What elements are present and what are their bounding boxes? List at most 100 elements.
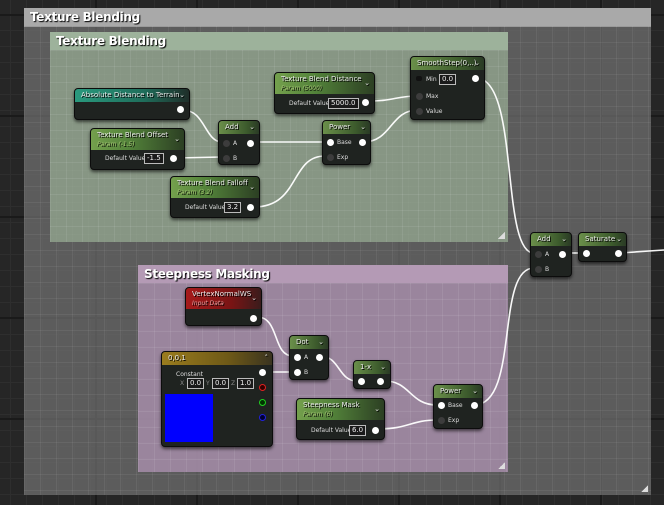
node-header[interactable]: Dot ⌄ [290,336,328,349]
node-header[interactable]: Power ⌄ [434,385,482,398]
chevron-down-icon[interactable]: ⌄ [251,293,257,304]
default-value-label: Default Value [105,155,146,162]
resize-handle[interactable] [498,232,505,239]
default-value-input[interactable]: 5000.0 [328,98,359,109]
chevron-down-icon[interactable]: ⌄ [360,121,366,134]
node-header[interactable]: Texture Blend Distance Param (5000) ⌄ [275,73,374,94]
output-pin[interactable] [177,106,184,113]
node-dot[interactable]: Dot ⌄ A B [289,335,329,380]
node-steepness-mask[interactable]: Steepness Mask Param (6) ⌄ Default Value 6… [296,398,385,440]
node-header[interactable]: SmoothStep(0,..) ⌄ [411,57,484,70]
chevron-down-icon[interactable]: ⌄ [474,57,480,70]
node-add-2[interactable]: Add ⌄ A B [530,232,572,277]
output-pin[interactable] [362,99,369,106]
node-power-1[interactable]: Power ⌄ Base Exp [322,120,371,165]
chevron-down-icon[interactable]: ⌄ [179,89,185,102]
chevron-down-icon[interactable]: ⌄ [174,134,180,145]
node-header[interactable]: Add ⌄ [531,233,571,246]
chevron-down-icon[interactable]: ⌄ [374,404,380,415]
node-texture-blend-falloff[interactable]: Texture Blend Falloff Param (3.2) ⌄ Defaul… [170,176,260,218]
chevron-down-icon[interactable]: ⌄ [616,233,622,246]
output-pin-g[interactable] [259,399,266,406]
output-pin[interactable] [247,204,254,211]
node-header[interactable]: Texture Blend Offset Param (-1.5) ⌄ [91,129,184,150]
chevron-down-icon[interactable]: ⌄ [318,336,324,349]
input-pin[interactable] [358,378,365,385]
chevron-down-icon[interactable]: ⌄ [472,385,478,398]
input-pin-b[interactable] [294,369,301,376]
comment-title[interactable]: Texture Blending [50,32,508,50]
default-value-input[interactable]: 6.0 [349,425,367,436]
resize-handle[interactable] [641,485,648,492]
output-pin[interactable] [377,378,384,385]
input-pin-exp[interactable] [438,417,445,424]
output-pin[interactable] [559,251,566,258]
node-texture-blend-offset[interactable]: Texture Blend Offset Param (-1.5) ⌄ Defaul… [90,128,185,170]
input-pin-min[interactable] [416,76,422,81]
node-power-2[interactable]: Power ⌄ Base Exp [433,384,483,429]
output-pin[interactable] [471,402,478,409]
input-pin-b[interactable] [535,266,542,273]
node-header[interactable]: Add ⌄ [219,121,259,134]
output-pin[interactable] [316,354,323,361]
chevron-down-icon[interactable]: ⌄ [364,78,370,89]
min-value-input[interactable]: 0.0 [439,74,457,85]
input-pin-b[interactable] [223,155,230,162]
chevron-down-icon[interactable]: ⌄ [249,121,255,134]
resize-handle[interactable] [498,462,505,469]
comment-title[interactable]: Texture Blending [24,8,651,27]
node-header[interactable]: Saturate ⌄ [579,233,626,246]
input-pin-a[interactable] [294,354,301,361]
node-add-1[interactable]: Add ⌄ A B [218,120,260,165]
chevron-down-icon[interactable]: ⌄ [561,233,567,246]
node-header[interactable]: Steepness Mask Param (6) ⌄ [297,399,384,420]
node-subtitle: Param (3.2) [177,189,213,196]
comment-title[interactable]: Steepness Masking [138,265,508,283]
y-value-input[interactable]: 0.0 [212,378,230,389]
input-pin[interactable] [583,250,590,257]
node-smoothstep[interactable]: SmoothStep(0,..) ⌄ Min 0.0 Max Value [410,56,485,120]
node-title: Texture Blend Offset [97,131,169,139]
output-pin[interactable] [472,75,479,82]
node-texture-blend-distance[interactable]: Texture Blend Distance Param (5000) ⌄ Defa… [274,72,375,114]
pin-label: A [545,251,550,258]
node-vertex-normal-ws[interactable]: VertexNormalWS Input Data ⌄ [185,287,262,326]
output-pin-rgb[interactable] [259,369,266,376]
input-pin-max[interactable] [416,93,423,100]
output-pin[interactable] [372,427,379,434]
node-header[interactable]: 1-x ⌄ [354,361,390,374]
input-pin-base[interactable] [438,402,445,409]
input-pin-exp[interactable] [327,154,334,161]
node-header[interactable]: Absolute Distance to Terrain ⌄ [75,89,189,102]
output-pin-b[interactable] [259,414,266,421]
output-pin[interactable] [170,155,177,162]
default-value-label: Default Value [311,427,352,434]
default-value-input[interactable]: 3.2 [224,202,242,213]
chevron-down-icon[interactable]: ⌄ [380,361,386,374]
default-value-label: Default Value [289,100,330,107]
node-header[interactable]: Power ⌄ [323,121,370,134]
node-header[interactable]: Texture Blend Falloff Param (3.2) ⌄ [171,177,259,198]
color-preview-swatch [165,394,213,442]
default-value-input[interactable]: -1.5 [144,153,164,164]
node-saturate[interactable]: Saturate ⌄ [578,232,627,262]
output-pin[interactable] [359,139,366,146]
node-header[interactable]: VertexNormalWS Input Data ⌄ [186,288,261,309]
node-constant3vector[interactable]: 0,0,1 ˄ Constant X 0.0 Y 0.0 Z 1.0 [161,351,273,447]
node-one-minus[interactable]: 1-x ⌄ [353,360,391,389]
node-absolute-distance-to-terrain[interactable]: Absolute Distance to Terrain ⌄ [74,88,190,120]
pin-label: Max [426,93,439,100]
input-pin-a[interactable] [223,140,230,147]
output-pin[interactable] [250,315,257,322]
chevron-down-icon[interactable]: ⌄ [249,182,255,193]
node-header[interactable]: 0,0,1 ˄ [162,352,272,365]
z-value-input[interactable]: 1.0 [237,378,255,389]
output-pin[interactable] [615,250,622,257]
x-value-input[interactable]: 0.0 [187,378,205,389]
output-pin[interactable] [247,140,254,147]
input-pin-base[interactable] [327,139,334,146]
chevron-up-icon[interactable]: ˄ [265,352,269,365]
input-pin-value[interactable] [416,108,423,115]
output-pin-r[interactable] [259,384,266,391]
input-pin-a[interactable] [535,251,542,258]
